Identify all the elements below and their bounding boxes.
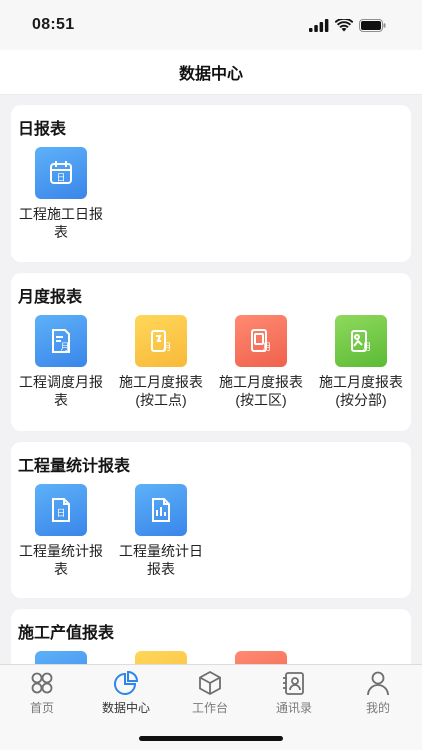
report-item-quantity[interactable]: 日 工程量统计报表	[11, 484, 111, 578]
stat-day-icon: 日	[35, 484, 87, 536]
report-tile-icon	[135, 651, 187, 665]
report-item-monthly-zone[interactable]: 月 施工月度报表(按工区)	[211, 315, 311, 409]
report-label: 工程施工日报表	[19, 206, 103, 240]
month-report-icon: 月	[35, 315, 87, 367]
wifi-icon	[335, 18, 353, 31]
report-label: 施工月度报表(按工区)	[219, 374, 303, 408]
page-title: 数据中心	[178, 66, 243, 83]
report-item-output-2[interactable]	[111, 651, 211, 665]
tab-workbench[interactable]: 工作台	[168, 669, 252, 716]
svg-text:月: 月	[162, 342, 171, 353]
section-monthly: 月度报表 月 工程调度月报表 月 施工月度报表(按工点) 月 施工月度报表(按工…	[11, 273, 411, 431]
svg-text:月: 月	[362, 342, 371, 353]
svg-text:月: 月	[60, 342, 69, 353]
section-items: 月 工程调度月报表 月 施工月度报表(按工点) 月 施工月度报表(按工区) 月 …	[11, 315, 411, 435]
battery-icon	[359, 18, 386, 32]
tab-label: 工作台	[191, 701, 228, 715]
report-list[interactable]: 日报表 日 工程施工日报表 月度报表 月 工程调度月报表 月 施工月度报表(按工…	[0, 95, 422, 665]
report-label: 施工月度报表(按工点)	[119, 374, 203, 408]
section-title: 月度报表	[18, 289, 83, 306]
stat-chart-icon	[135, 484, 187, 536]
svg-text:日: 日	[56, 508, 65, 519]
tab-home[interactable]: 首页	[0, 669, 84, 716]
section-output-value: 施工产值报表	[11, 609, 411, 665]
section-title: 日报表	[18, 121, 67, 138]
report-label: 工程调度月报表	[19, 374, 103, 408]
status-bar: 08:51	[0, 0, 422, 50]
section-items: 日 工程量统计报表 工程量统计日报表	[11, 484, 411, 604]
tab-label: 首页	[29, 701, 54, 715]
user-icon	[367, 671, 389, 696]
month-list-icon: 月	[235, 315, 287, 367]
report-item-monthly-site[interactable]: 月 施工月度报表(按工点)	[111, 315, 211, 409]
nav-bar: 数据中心	[0, 50, 422, 95]
calendar-day-icon: 日	[35, 147, 87, 199]
tab-data-center[interactable]: 数据中心	[84, 669, 168, 716]
tab-label: 我的	[365, 701, 390, 715]
pie-chart-icon	[114, 670, 139, 695]
section-title: 施工产值报表	[18, 625, 115, 642]
section-quantity: 工程量统计报表 日 工程量统计报表 工程量统计日报表	[11, 442, 411, 598]
report-label: 工程量统计日报表	[119, 543, 203, 577]
report-item-monthly-dispatch[interactable]: 月 工程调度月报表	[11, 315, 111, 409]
home-indicator[interactable]	[139, 736, 283, 741]
month-image-icon: 月	[335, 315, 387, 367]
section-items: 日 工程施工日报表	[11, 147, 411, 267]
tab-profile[interactable]: 我的	[336, 669, 420, 716]
status-time: 08:51	[32, 16, 75, 33]
report-item-output-3[interactable]	[211, 651, 311, 665]
tab-label: 数据中心	[101, 701, 150, 715]
section-title: 工程量统计报表	[18, 458, 131, 475]
tab-contacts[interactable]: 通讯录	[252, 669, 336, 716]
status-icons	[309, 18, 386, 32]
report-item-daily[interactable]: 日 工程施工日报表	[11, 147, 111, 241]
tab-label: 通讯录	[275, 701, 312, 715]
report-label: 施工月度报表(按分部)	[319, 374, 403, 408]
section-items	[11, 651, 411, 665]
report-item-output-1[interactable]	[11, 651, 111, 665]
report-label: 工程量统计报表	[19, 543, 103, 577]
svg-text:日: 日	[56, 173, 65, 184]
home-grid-icon	[31, 672, 53, 694]
report-tile-icon	[235, 651, 287, 665]
contacts-icon	[283, 672, 304, 695]
report-item-monthly-branch[interactable]: 月 施工月度报表(按分部)	[311, 315, 411, 409]
svg-text:月: 月	[262, 342, 271, 353]
report-tile-icon	[35, 651, 87, 665]
section-daily: 日报表 日 工程施工日报表	[11, 105, 411, 262]
report-item-quantity-daily[interactable]: 工程量统计日报表	[111, 484, 211, 578]
signal-icon	[309, 18, 329, 32]
month-doc-icon: 月	[135, 315, 187, 367]
cube-icon	[199, 670, 221, 696]
